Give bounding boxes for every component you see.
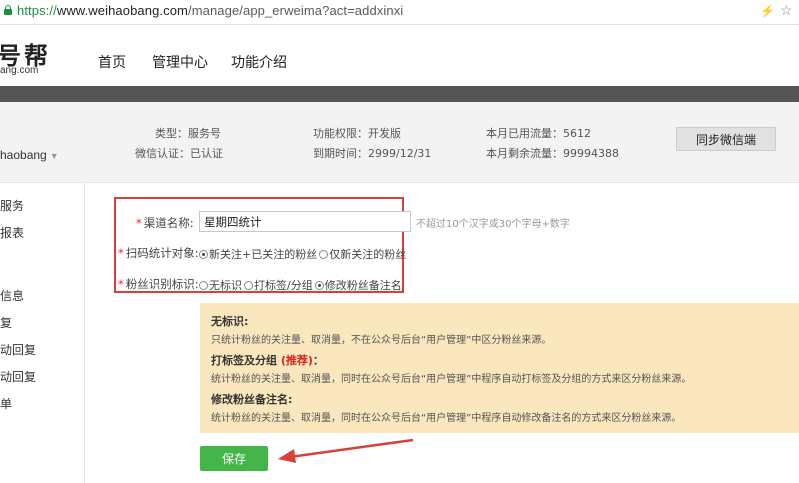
notice-desc-none: 只统计粉丝的关注量、取消量，不在公众号后台“用户管理”中区分粉丝来源。 (211, 335, 552, 346)
fans-mark-options: 无标识 打标签/分组 修改粉丝备注名 (199, 277, 404, 293)
notice-title-none: 无标识: (211, 315, 249, 328)
scan-target-label: * 扫码统计对象: (118, 246, 199, 260)
site-header: 号帮 ang.com 首页 管理中心 功能介绍 (0, 25, 799, 86)
url-host: www.weihaobang.com (56, 3, 188, 18)
channel-name-input[interactable] (199, 211, 411, 232)
sidebar: 服务 报表 信息 复 动回复 动回复 单 (0, 183, 85, 483)
notice-desc-tag: 统计粉丝的关注量、取消量，同时在公众号后台“用户管理”中程序自动打标签及分组的方… (211, 374, 692, 385)
notice-title-remark: 修改粉丝备注名: (211, 393, 293, 406)
account-type: 类型：服务号 (155, 127, 221, 140)
sidebar-item[interactable]: 服务 (0, 197, 24, 214)
url-protocol: https:// (17, 3, 57, 18)
sync-wechat-button[interactable]: 同步微信端 (676, 127, 776, 151)
scan-target-options: 新关注+已关注的粉丝 仅新关注的粉丝 (199, 246, 408, 262)
annotation-arrow-icon (278, 438, 414, 463)
lock-icon (4, 5, 12, 15)
save-button[interactable]: 保存 (200, 446, 268, 471)
fans-option-remark[interactable]: 修改粉丝备注名 (314, 277, 402, 293)
account-permission: 功能权限：开发版 (313, 127, 401, 140)
radio-selected-icon[interactable] (314, 280, 324, 290)
sidebar-item[interactable]: 信息 (0, 287, 24, 304)
account-expire: 到期时间：2999/12/31 (313, 147, 432, 160)
nav-features[interactable]: 功能介绍 (231, 52, 287, 72)
account-switcher[interactable]: haobang ▼ (0, 148, 59, 162)
traffic-used: 本月已用流量：5612 (486, 127, 591, 140)
notice-desc-remark: 统计粉丝的关注量、取消量，同时在公众号后台“用户管理”中程序自动修改备注名的方式… (211, 413, 682, 424)
sidebar-item[interactable]: 报表 (0, 224, 24, 241)
fans-option-tag[interactable]: 打标签/分组 (244, 277, 313, 293)
channel-name-hint: 不超过10个汉字或30个字母+数字 (416, 219, 570, 230)
logo-domain: ang.com (0, 65, 39, 76)
radio-icon[interactable] (244, 280, 253, 290)
notice-title-tag: 打标签及分组 (推荐)： (211, 354, 324, 367)
account-name: haobang (0, 148, 47, 162)
traffic-remain: 本月剩余流量：99994388 (486, 147, 619, 160)
radio-selected-icon[interactable] (199, 249, 208, 259)
fans-mark-label: * 粉丝识别标识: (118, 277, 199, 291)
radio-icon[interactable] (319, 249, 329, 259)
nav-home[interactable]: 首页 (98, 52, 126, 72)
scan-option-new[interactable]: 仅新关注的粉丝 (319, 246, 406, 262)
header-divider-bar (0, 86, 799, 102)
scan-option-all[interactable]: 新关注+已关注的粉丝 (199, 246, 317, 262)
account-verify: 微信认证：已认证 (135, 147, 223, 160)
fans-option-none[interactable]: 无标识 (199, 277, 242, 293)
channel-name-label: * 渠道名称: (136, 216, 194, 230)
bolt-extension-icon[interactable]: ⚡ (760, 4, 775, 18)
bookmark-star-icon[interactable]: ☆ (780, 2, 793, 19)
sidebar-item[interactable]: 单 (0, 395, 12, 412)
sidebar-item[interactable]: 复 (0, 314, 12, 331)
url-path: /manage/app_erweima?act=addxinxi (187, 3, 404, 18)
caret-down-icon: ▼ (49, 151, 59, 161)
url-text[interactable]: https://www.weihaobang.com/manage/app_er… (17, 3, 403, 18)
sidebar-item[interactable]: 动回复 (0, 368, 36, 385)
radio-icon[interactable] (199, 280, 208, 290)
sidebar-item[interactable]: 动回复 (0, 341, 36, 358)
explanation-notice: 无标识: 只统计粉丝的关注量、取消量，不在公众号后台“用户管理”中区分粉丝来源。… (200, 303, 799, 433)
browser-address-bar[interactable]: https://www.weihaobang.com/manage/app_er… (0, 0, 799, 25)
nav-management[interactable]: 管理中心 (152, 52, 208, 72)
